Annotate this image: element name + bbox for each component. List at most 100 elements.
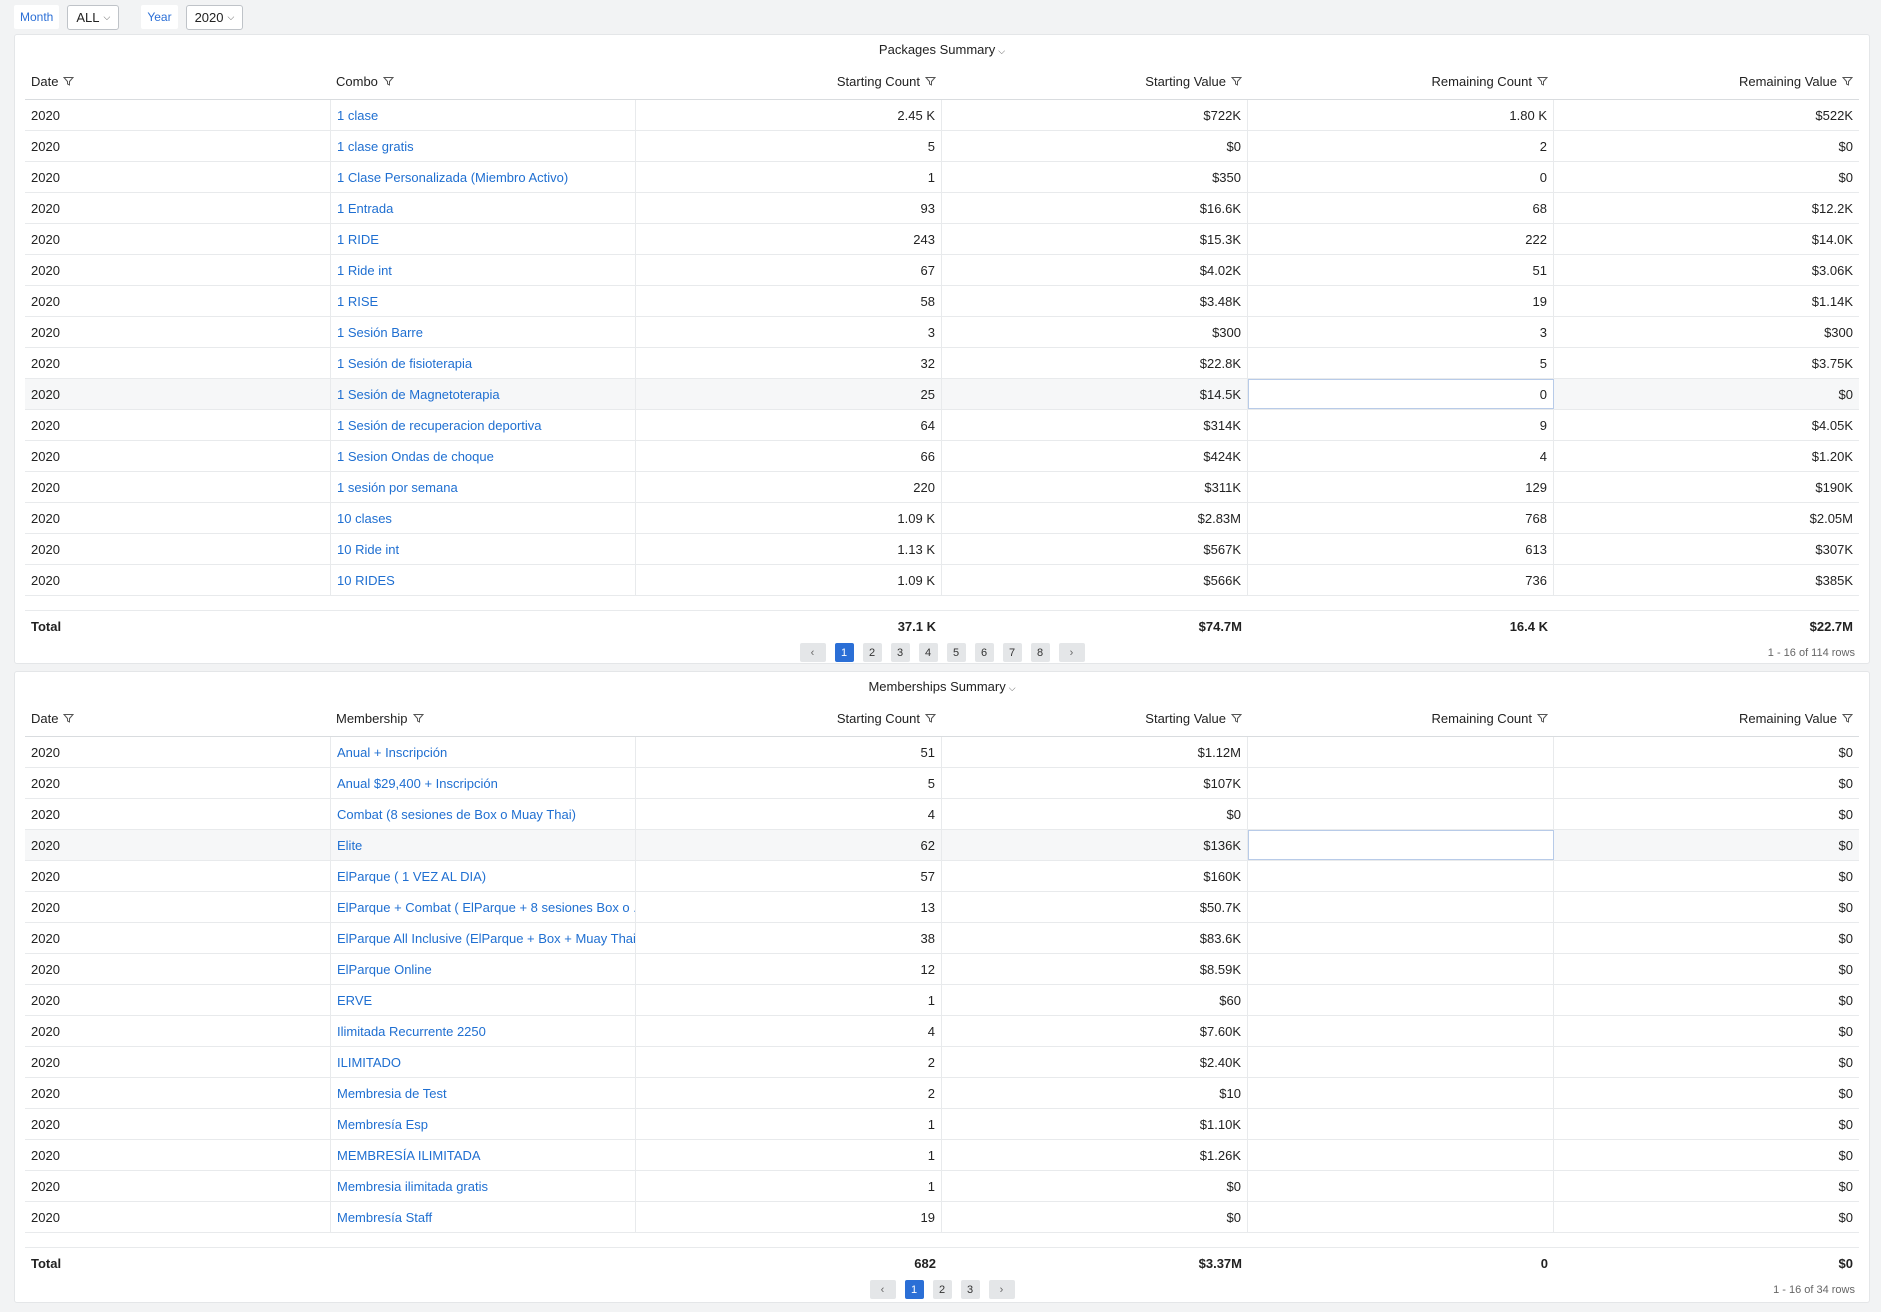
next-page-button[interactable]: › [988,1280,1015,1299]
page-button[interactable]: 2 [862,643,882,662]
filter-icon[interactable] [925,713,936,724]
cell-name[interactable]: Anual + Inscripción [330,737,636,767]
column-header-starting-value[interactable]: Starting Value [942,700,1248,736]
cell-remaining-value: $0 [1838,775,1853,791]
cell-date: 2020 [31,324,60,340]
chevron-down-icon: ⌵ [1008,683,1016,693]
column-header-date[interactable]: Date [25,63,330,99]
page-button[interactable]: 3 [890,643,910,662]
cell-remaining-count: 129 [1248,472,1554,502]
cell-name[interactable]: 1 RIDE [330,224,636,254]
page-button[interactable]: 6 [974,643,994,662]
column-header-date[interactable]: Date [25,700,330,736]
cell-name[interactable]: 1 sesión por semana [330,472,636,502]
column-header-label: Remaining Value [1738,73,1837,89]
filter-icon[interactable] [412,713,424,724]
total-starting-value: $3.37M [1198,1255,1242,1271]
month-filter-label: Month [14,5,60,29]
cell-name[interactable]: 1 Sesión de Magnetoterapia [330,379,636,409]
cell-name[interactable]: Membresia ilimitada gratis [330,1171,636,1201]
filter-icon[interactable] [925,76,936,87]
cell-name[interactable]: Membresía Staff [330,1202,636,1232]
cell-name[interactable]: 1 Sesión de recuperacion deportiva [330,410,636,440]
cell-name[interactable]: 1 clase gratis [330,131,636,161]
cell-remaining-count [1248,923,1554,953]
cell-starting-count: 57 [636,861,942,891]
page-button[interactable]: 1 [904,1280,924,1299]
cell-name[interactable]: Combat (8 sesiones de Box o Muay Thai) [330,799,636,829]
cell-name[interactable]: Elite [330,830,636,860]
cell-name[interactable]: 1 Sesión de fisioterapia [330,348,636,378]
column-header-remaining-value[interactable]: Remaining Value [1554,63,1859,99]
cell-starting-value: $160K [942,861,1248,891]
cell-name[interactable]: Membresía Esp [330,1109,636,1139]
page-button[interactable]: 5 [946,643,966,662]
cell-remaining-count: 768 [1248,503,1554,533]
column-header-starting-count[interactable]: Starting Count [636,700,942,736]
column-header-remaining-count[interactable]: Remaining Count [1248,63,1554,99]
column-header-name[interactable]: Membership [330,700,636,736]
cell-remaining-count [1248,861,1554,891]
cell-name[interactable]: 1 Sesion Ondas de choque [330,441,636,471]
page-button[interactable]: 4 [918,643,938,662]
cell-name[interactable]: 10 Ride int [330,534,636,564]
filter-icon[interactable] [1842,713,1853,724]
filter-bar: Month ALL ⌵ Year 2020 ⌵ [0,0,1881,34]
cell-starting-value: $1.12M [942,737,1248,767]
filter-icon[interactable] [1537,76,1548,87]
page-button[interactable]: 2 [932,1280,952,1299]
cell-starting-count: 1.09 K [636,503,942,533]
cell-name[interactable]: 1 clase [330,100,636,130]
packages-summary-title[interactable]: Packages Summary ⌵ [15,35,1869,63]
cell-name[interactable]: Membresia de Test [330,1078,636,1108]
cell-name[interactable]: MEMBRESÍA ILIMITADA [330,1140,636,1170]
cell-starting-value: $4.02K [942,255,1248,285]
cell-name[interactable]: ElParque ( 1 VEZ AL DIA) [330,861,636,891]
cell-name[interactable]: 1 Sesión Barre [330,317,636,347]
month-select[interactable]: ALL ⌵ [67,4,120,30]
memberships-summary-title[interactable]: Memberships Summary ⌵ [15,672,1869,700]
cell-name[interactable]: 1 Entrada [330,193,636,223]
filter-icon[interactable] [1231,76,1242,87]
cell-name[interactable]: ElParque Online [330,954,636,984]
month-select-value: ALL [76,9,100,25]
cell-name[interactable]: Anual $29,400 + Inscripción [330,768,636,798]
cell-name[interactable]: 1 Ride int [330,255,636,285]
cell-date: 2020 [31,1054,60,1070]
page-button[interactable]: 3 [960,1280,980,1299]
cell-name[interactable]: Ilimitada Recurrente 2250 [330,1016,636,1046]
cell-remaining-count [1248,737,1554,767]
column-header-name[interactable]: Combo [330,63,636,99]
filter-icon[interactable] [1842,76,1853,87]
column-header-remaining-count[interactable]: Remaining Count [1248,700,1554,736]
cell-remaining-count [1248,830,1554,860]
cell-name[interactable]: 10 RIDES [330,565,636,595]
filter-icon[interactable] [1537,713,1548,724]
cell-name[interactable]: ElParque + Combat ( ElParque + 8 sesione… [330,892,636,922]
prev-page-button[interactable]: ‹ [799,643,826,662]
cell-name[interactable]: ILIMITADO [330,1047,636,1077]
cell-name[interactable]: 1 Clase Personalizada (Miembro Activo) [330,162,636,192]
column-header-remaining-value[interactable]: Remaining Value [1554,700,1859,736]
cell-name[interactable]: ERVE [330,985,636,1015]
table-row: 2020 Membresía Staff 19 $0 $0 [25,1202,1859,1233]
cell-name[interactable]: 10 clases [330,503,636,533]
column-header-starting-value[interactable]: Starting Value [942,63,1248,99]
cell-date: 2020 [31,448,60,464]
filter-icon[interactable] [1231,713,1242,724]
filter-icon[interactable] [63,76,75,87]
cell-name[interactable]: 1 RISE [330,286,636,316]
cell-name[interactable]: ElParque All Inclusive (ElParque + Box +… [330,923,636,953]
page-button[interactable]: 1 [834,643,854,662]
chevron-down-icon: ⌵ [227,11,235,22]
next-page-button[interactable]: › [1058,643,1085,662]
page-button[interactable]: 7 [1002,643,1022,662]
filter-icon[interactable] [63,713,75,724]
page-button[interactable]: 8 [1030,643,1050,662]
prev-page-button[interactable]: ‹ [869,1280,896,1299]
filter-icon[interactable] [382,76,394,87]
cell-remaining-count [1248,1047,1554,1077]
column-header-starting-count[interactable]: Starting Count [636,63,942,99]
year-select[interactable]: 2020 ⌵ [185,4,244,30]
cell-date: 2020 [31,262,60,278]
